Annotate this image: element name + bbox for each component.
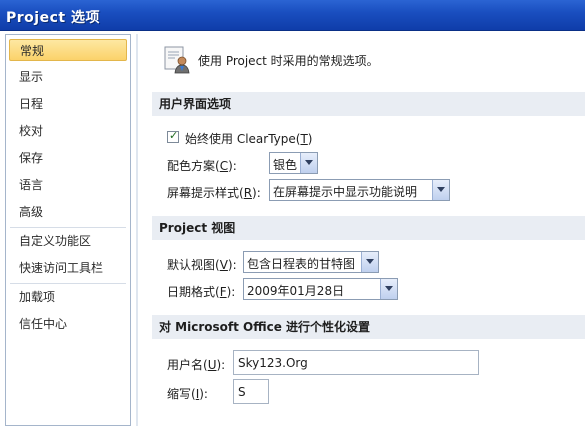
section-ui-options: 用户界面选项 [152,92,585,116]
check-icon: ✓ [169,129,179,142]
sidebar-item-language[interactable]: 语言 [9,174,127,196]
cleartype-checkbox[interactable]: ✓ [167,129,179,143]
screentip-select[interactable]: 在屏幕提示中显示功能说明 [269,179,450,201]
sidebar-item-add-ins[interactable]: 加载项 [9,286,127,308]
default-view-select[interactable]: 包含日程表的甘特图 [243,251,379,273]
color-scheme-value: 银色 [273,158,298,172]
username-label: 用户名(U): [167,358,226,372]
initials-value: S [238,385,246,399]
sidebar-item-advanced[interactable]: 高级 [9,201,127,223]
default-view-value: 包含日程表的甘特图 [247,257,356,271]
sidebar-item-proofing[interactable]: 校对 [9,120,127,142]
cleartype-label: 始终使用 ClearType(T) [185,132,313,146]
sidebar-item-save[interactable]: 保存 [9,147,127,169]
date-format-value: 2009年01月28日 [247,284,345,298]
sidebar-item-display[interactable]: 显示 [9,66,127,88]
page-description: 使用 Project 时采用的常规选项。 [198,54,379,68]
color-scheme-select[interactable]: 银色 [269,152,318,174]
chevron-down-icon[interactable] [380,279,397,299]
date-format-select[interactable]: 2009年01月28日 [243,278,398,300]
options-user-icon [164,46,190,74]
chevron-down-icon[interactable] [432,180,449,200]
screentip-value: 在屏幕提示中显示功能说明 [273,185,418,199]
date-format-label: 日期格式(F): [167,285,236,299]
section-project-view: Project 视图 [152,216,585,240]
sidebar-item-trust-center[interactable]: 信任中心 [9,313,127,335]
panel-divider [136,34,138,426]
sidebar-divider [10,283,126,284]
title-bar: Project 选项 [0,0,585,31]
initials-label: 缩写(I): [167,387,208,401]
sidebar-item-schedule[interactable]: 日程 [9,93,127,115]
window-title: Project 选项 [6,10,100,26]
color-scheme-label: 配色方案(C): [167,159,237,173]
screentip-label: 屏幕提示样式(R): [167,186,261,200]
chevron-down-icon[interactable] [361,252,378,272]
sidebar-nav: 常规 显示 日程 校对 保存 语言 高级 自定义功能区 快速访问工具栏 加载项 … [5,34,131,426]
section-personalize: 对 Microsoft Office 进行个性化设置 [152,315,585,339]
sidebar-item-general[interactable]: 常规 [9,39,127,61]
default-view-label: 默认视图(V): [167,258,237,272]
options-panel: 使用 Project 时采用的常规选项。 用户界面选项 ✓ 始终使用 Clear… [140,34,585,426]
chevron-down-icon[interactable] [300,153,317,173]
sidebar-item-quick-access-toolbar[interactable]: 快速访问工具栏 [9,257,127,279]
username-value: Sky123.Org [238,356,308,370]
username-field[interactable]: Sky123.Org [233,350,479,375]
sidebar-divider [10,227,126,228]
sidebar-item-customize-ribbon[interactable]: 自定义功能区 [9,230,127,252]
initials-field[interactable]: S [233,379,269,404]
